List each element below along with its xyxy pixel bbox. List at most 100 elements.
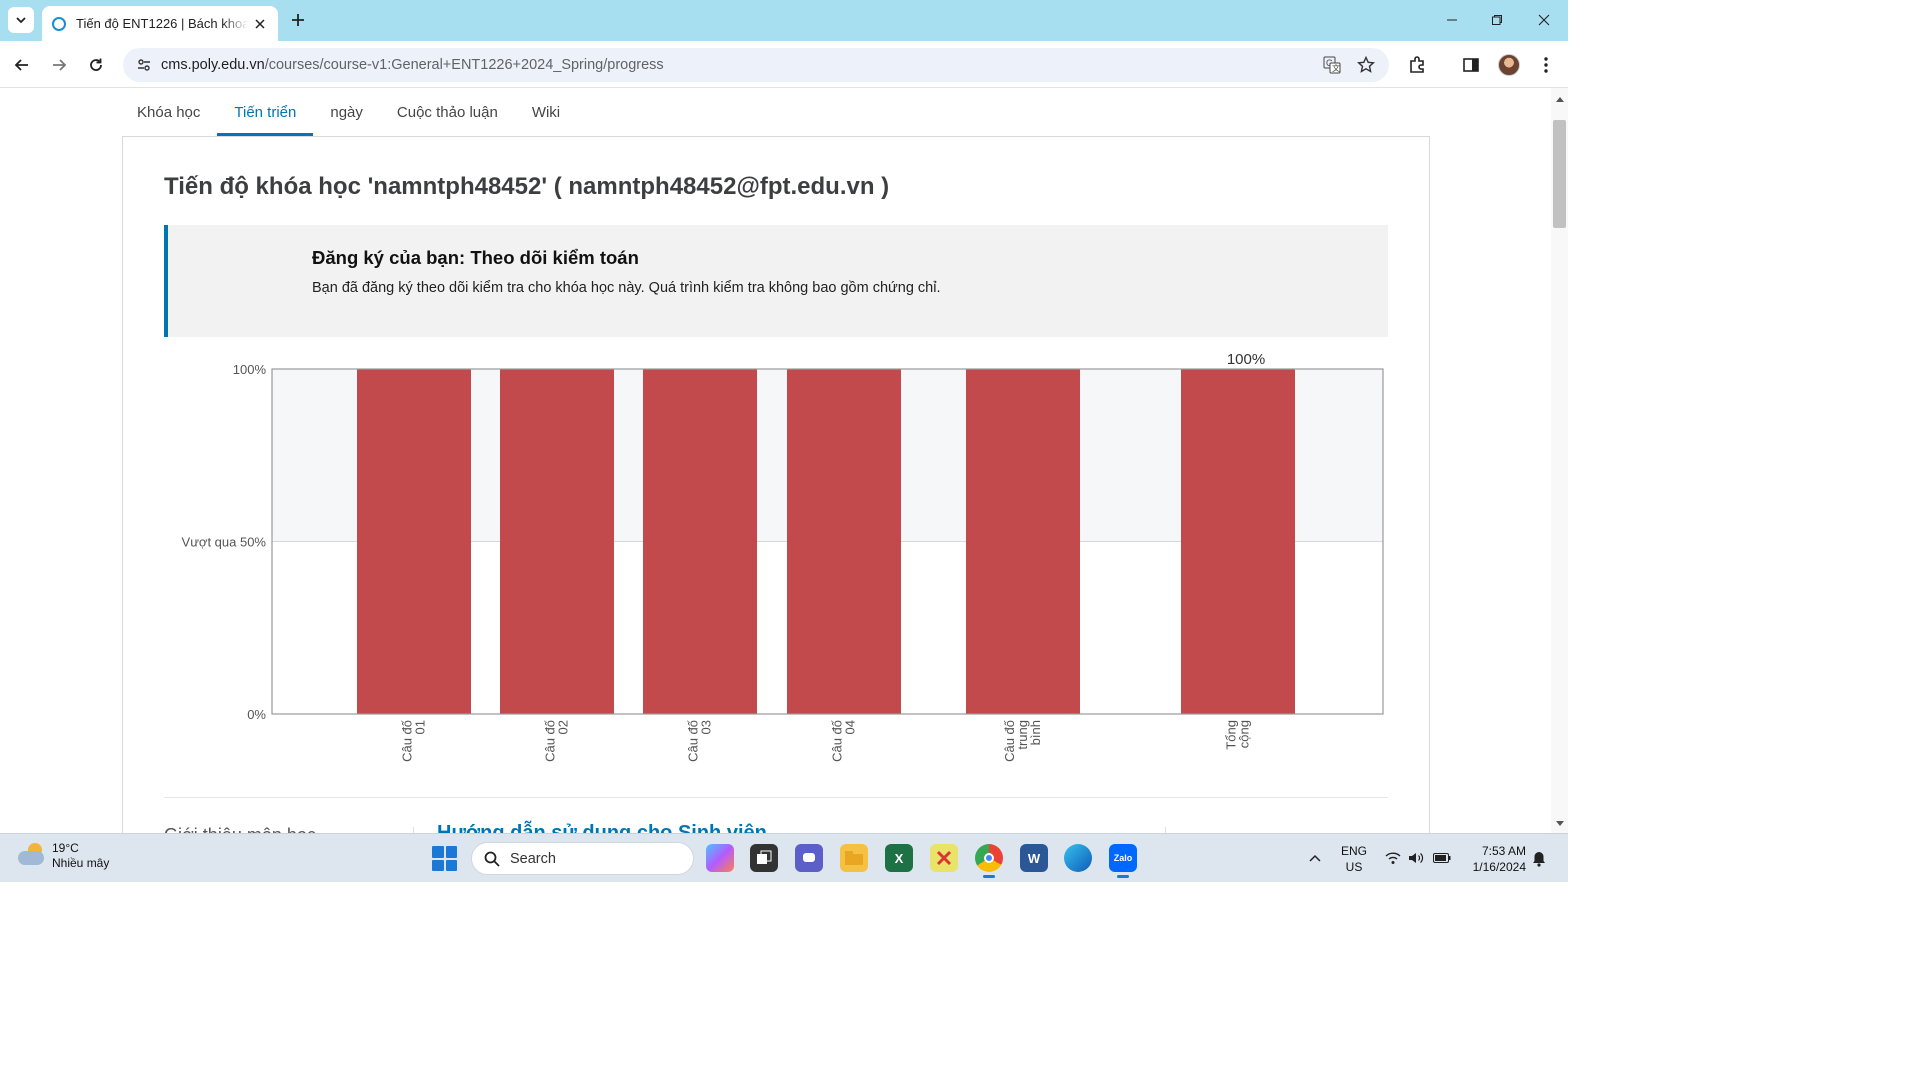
chart-x-tick-label: Tổngcộng bbox=[1224, 720, 1252, 750]
tab-close-icon[interactable] bbox=[252, 16, 268, 32]
chart-x-tick-label-line: 03 bbox=[699, 720, 714, 734]
enrollment-title: Đăng ký của bạn: Theo dõi kiểm toán bbox=[312, 247, 639, 268]
chart-total-label: 100% bbox=[1227, 351, 1265, 368]
minimize-icon bbox=[1447, 19, 1457, 21]
chart-x-tick-label: Câu đố02 bbox=[543, 720, 571, 762]
chevron-down-icon bbox=[16, 17, 26, 24]
battery-icon[interactable] bbox=[1432, 848, 1452, 868]
new-tab-button[interactable] bbox=[287, 9, 309, 31]
tab-dates[interactable]: ngày bbox=[313, 88, 380, 136]
tab-wiki[interactable]: Wiki bbox=[515, 88, 577, 136]
weather-widget[interactable]: 19°C Nhiều mây bbox=[16, 841, 109, 871]
browser-tab-strip: Tiến độ ENT1226 | Bách khoa FPT bbox=[0, 0, 1568, 41]
copilot-app-icon[interactable] bbox=[706, 844, 734, 872]
start-button-windows-icon[interactable] bbox=[432, 846, 457, 871]
grade-chart: 0% Vượt qua 50% 100% 100% Câu đố01 Câu đố02 Câ… bbox=[182, 351, 1384, 762]
language-code: ENG bbox=[1341, 844, 1368, 858]
arrow-right-icon bbox=[53, 59, 67, 71]
word-icon[interactable]: W bbox=[1020, 844, 1048, 872]
page-viewport: Khóa học Tiến triển ngày Cuộc thảo luận … bbox=[0, 88, 1551, 833]
notification-bell-icon[interactable] bbox=[1531, 850, 1547, 868]
chart-bar bbox=[966, 369, 1080, 714]
close-icon bbox=[1538, 14, 1550, 26]
browser-menu-kebab-icon[interactable] bbox=[1535, 54, 1557, 76]
address-bar[interactable]: cms.poly.edu.vn/courses/course-v1:Genera… bbox=[123, 48, 1389, 82]
chart-x-tick-label-line: 02 bbox=[556, 720, 571, 734]
file-explorer-icon[interactable] bbox=[840, 844, 868, 872]
translate-icon[interactable]: G文 bbox=[1323, 56, 1341, 74]
page-scrollbar[interactable] bbox=[1551, 88, 1568, 833]
browser-tab-active[interactable]: Tiến độ ENT1226 | Bách khoa FPT bbox=[42, 6, 278, 41]
edge-icon[interactable] bbox=[1064, 844, 1092, 872]
chart-x-tick-label: Câu đốtrungbình bbox=[1002, 720, 1043, 762]
chart-x-tick-label: Câu đố04 bbox=[830, 720, 858, 762]
chart-bar bbox=[787, 369, 901, 714]
bookmark-star-icon[interactable] bbox=[1357, 56, 1375, 74]
tab-discussion[interactable]: Cuộc thảo luận bbox=[380, 88, 515, 136]
clock-time: 7:53 AM bbox=[1481, 844, 1526, 858]
tab-progress[interactable]: Tiến triển bbox=[217, 88, 314, 136]
url-host: cms.poly.edu.vn bbox=[161, 57, 265, 73]
input-language-indicator[interactable]: ENG US bbox=[1341, 843, 1367, 875]
tab-search-button[interactable] bbox=[8, 7, 34, 33]
chart-y-tick-label: Vượt qua 50% bbox=[182, 535, 267, 550]
scroll-up-arrow-icon[interactable] bbox=[1555, 94, 1564, 103]
extensions-puzzle-icon[interactable] bbox=[1406, 54, 1428, 76]
weather-description: Nhiều mây bbox=[52, 856, 110, 870]
taskbar-search-box[interactable]: Search bbox=[471, 842, 694, 875]
chart-x-tick-label-line: 04 bbox=[843, 720, 858, 734]
chart-x-tick-label-line: cộng bbox=[1237, 720, 1252, 748]
restore-button[interactable] bbox=[1482, 8, 1512, 32]
chart-x-tick-label-line: 01 bbox=[413, 720, 428, 734]
back-button[interactable] bbox=[9, 52, 35, 78]
arrow-left-icon bbox=[14, 59, 28, 71]
volume-icon[interactable] bbox=[1406, 848, 1426, 868]
site-favicon-icon bbox=[52, 16, 66, 31]
enrollment-description: Bạn đã đăng ký theo dõi kiểm tra cho khó… bbox=[312, 280, 941, 296]
reload-button[interactable] bbox=[83, 52, 109, 78]
profile-avatar[interactable] bbox=[1498, 54, 1520, 76]
windows-taskbar: 19°C Nhiều mây Search X W Zalo ENG US 7:… bbox=[0, 833, 1568, 882]
course-intro-heading: Giới thiệu môn học bbox=[164, 825, 364, 833]
enrollment-notice: Đăng ký của bạn: Theo dõi kiểm toán Bạn … bbox=[164, 225, 1388, 337]
student-guide-link[interactable]: Hướng dẫn sử dụng cho Sinh viên bbox=[437, 822, 767, 833]
restore-icon bbox=[1492, 15, 1502, 25]
chrome-icon[interactable] bbox=[975, 844, 1003, 878]
zalo-icon[interactable]: Zalo bbox=[1109, 844, 1137, 878]
chart-bar bbox=[357, 369, 471, 714]
close-window-button[interactable] bbox=[1529, 8, 1559, 32]
section-divider bbox=[164, 797, 1388, 798]
plus-icon bbox=[292, 14, 304, 26]
scrollbar-thumb[interactable] bbox=[1553, 120, 1566, 228]
chart-x-tick-label: Câu đố03 bbox=[686, 720, 714, 762]
browser-toolbar: cms.poly.edu.vn/courses/course-v1:Genera… bbox=[0, 41, 1568, 88]
svg-text:文: 文 bbox=[1332, 63, 1340, 73]
system-clock[interactable]: 7:53 AM 1/16/2024 bbox=[1466, 843, 1526, 875]
partly-cloudy-icon bbox=[16, 841, 46, 871]
chart-bar bbox=[1181, 369, 1295, 714]
page-title: Tiến độ khóa học 'namntph48452' ( namntp… bbox=[164, 173, 890, 200]
course-navigation: Khóa học Tiến triển ngày Cuộc thảo luận … bbox=[120, 88, 577, 136]
show-hidden-icons-chevron-up-icon[interactable] bbox=[1305, 848, 1325, 868]
chart-y-tick-label: 100% bbox=[233, 362, 267, 377]
minimize-button[interactable] bbox=[1437, 8, 1467, 32]
site-info-icon[interactable] bbox=[135, 56, 153, 74]
task-view-icon[interactable] bbox=[750, 844, 778, 872]
chart-x-tick-label-line: bình bbox=[1028, 720, 1043, 745]
excel-icon[interactable]: X bbox=[885, 844, 913, 872]
clock-date: 1/16/2024 bbox=[1472, 860, 1526, 874]
forward-button[interactable] bbox=[46, 52, 72, 78]
side-panel-icon[interactable] bbox=[1460, 54, 1482, 76]
app-icon[interactable] bbox=[930, 844, 958, 872]
keyboard-region: US bbox=[1345, 860, 1363, 874]
reload-icon bbox=[90, 58, 102, 71]
tab-course[interactable]: Khóa học bbox=[120, 88, 217, 136]
chart-bar bbox=[500, 369, 614, 714]
chart-bar bbox=[643, 369, 757, 714]
wifi-icon[interactable] bbox=[1383, 848, 1403, 868]
search-placeholder: Search bbox=[510, 850, 556, 867]
chart-y-tick-label: 0% bbox=[247, 707, 266, 722]
url-path: /courses/course-v1:General+ENT1226+2024_… bbox=[264, 57, 664, 73]
scroll-down-arrow-icon[interactable] bbox=[1555, 819, 1564, 828]
teams-chat-icon[interactable] bbox=[795, 844, 823, 872]
